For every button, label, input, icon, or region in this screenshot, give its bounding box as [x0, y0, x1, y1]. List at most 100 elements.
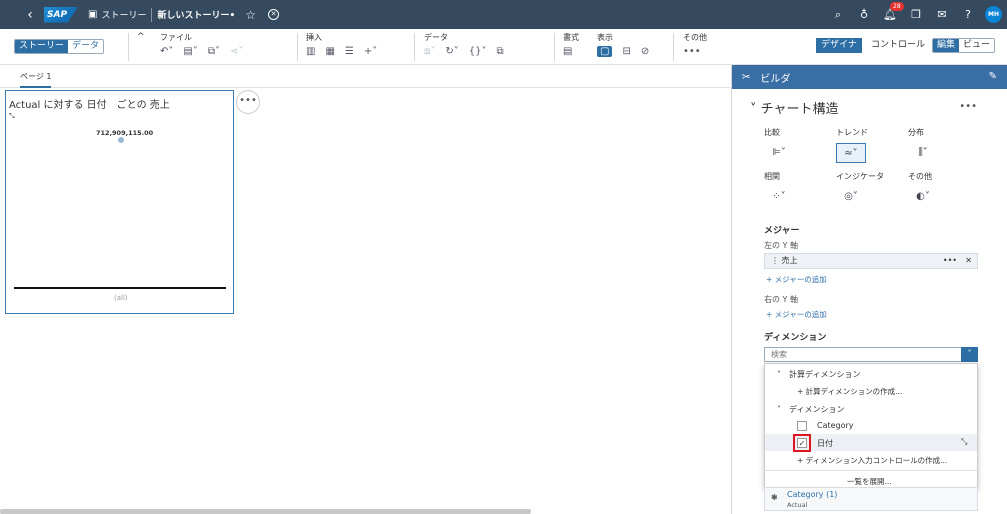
- category-distribution-label: 分布: [908, 128, 924, 137]
- scatter-icon[interactable]: ⁘˅: [764, 187, 794, 207]
- donut-icon[interactable]: ◐˅: [908, 187, 938, 207]
- format-icon[interactable]: ▤: [563, 46, 572, 57]
- star-icon[interactable]: ☆: [245, 8, 256, 22]
- comment-icon[interactable]: ▢: [597, 46, 613, 57]
- story-title: 新しいストーリー•: [157, 11, 236, 21]
- add-measure-link[interactable]: + メジャーの追加: [766, 274, 827, 285]
- data-point[interactable]: [118, 137, 124, 143]
- refresh-icon[interactable]: ↻˅: [445, 46, 458, 57]
- linked-analysis-icon[interactable]: ⧉: [497, 46, 504, 57]
- chart-structure-title[interactable]: ˅ チャート構造: [750, 98, 839, 117]
- mode-story-button[interactable]: ストーリー: [15, 40, 69, 53]
- collapse-toolbar-icon[interactable]: ^: [137, 32, 145, 42]
- back-icon[interactable]: ‹: [20, 7, 40, 23]
- avatar[interactable]: MH: [985, 6, 1002, 23]
- input-control-icon[interactable]: ☰: [345, 46, 354, 57]
- category-option[interactable]: Category: [817, 421, 854, 430]
- category-comparison-label: 比較: [764, 128, 780, 137]
- close-circle-icon[interactable]: ✕: [268, 9, 279, 20]
- more-icon[interactable]: •••: [959, 101, 977, 112]
- mode-data-button[interactable]: データ: [68, 40, 104, 53]
- control-button[interactable]: コントロール: [871, 38, 925, 53]
- builder-panel: ✂ ビルダ ✎ ˅ チャート構造 ••• 比較 トレンド 分布 ⊫˅ ≈˅ ⫼˅…: [731, 65, 1007, 514]
- formula-icon[interactable]: {}˅: [469, 46, 487, 57]
- dimension-group[interactable]: ˅ ディメンション: [777, 404, 844, 415]
- help-icon[interactable]: ?: [955, 8, 981, 21]
- toolbar-group-insert: 挿入 ▥ ▦ ☰ +˅: [306, 32, 377, 57]
- builder-panel-header: ✂ ビルダ ✎: [732, 65, 1007, 89]
- undo-icon[interactable]: ↶˅: [160, 46, 173, 57]
- bar-chart-icon[interactable]: ⊫˅: [764, 143, 794, 163]
- feedback-icon[interactable]: ✉: [929, 8, 955, 21]
- drag-handle-icon[interactable]: ⋮: [771, 256, 782, 265]
- measure-item[interactable]: ⋮ 売上 ••• ✕: [764, 253, 978, 269]
- filter-sub: Actual: [787, 501, 808, 509]
- filter-card[interactable]: ❃ Category (1) Actual: [764, 487, 978, 511]
- add-measure-right-link[interactable]: + メジャーの追加: [766, 309, 827, 320]
- edit-button[interactable]: 編集: [933, 39, 960, 52]
- discussion-icon[interactable]: ❐: [903, 8, 929, 21]
- dimensions-header: ディメンション: [764, 333, 827, 343]
- search-icon[interactable]: ⌕: [825, 8, 851, 22]
- target-icon[interactable]: ◎˅: [836, 187, 866, 207]
- share-icon[interactable]: ⋖˅: [230, 46, 243, 57]
- notification-bell-icon[interactable]: 🔔︎ 28: [877, 2, 904, 21]
- filter-title: Category (1): [787, 490, 838, 499]
- chart-more-button[interactable]: •••: [236, 90, 260, 114]
- shell-bar: ‹ SAP ▣ ストーリー 新しいストーリー• ☆ ✕ ⌕ ♁ 🔔︎ 28 ❐ ✉…: [0, 0, 1007, 29]
- compass-icon[interactable]: ⊘: [641, 46, 649, 57]
- dimension-dropdown: ˅ 計算ディメンション + 計算ディメンションの作成... ˅ ディメンション …: [764, 363, 978, 489]
- tab-page-1[interactable]: ページ 1: [20, 71, 52, 88]
- chevron-down-icon[interactable]: ˅: [961, 347, 978, 362]
- more-icon[interactable]: •••: [943, 254, 957, 268]
- tools-icon: ✂: [742, 71, 751, 83]
- horizontal-scrollbar[interactable]: [0, 509, 531, 514]
- data-source-icon[interactable]: ⧈˅: [424, 46, 435, 57]
- dimension-search-input[interactable]: 検索 ˅: [764, 347, 978, 362]
- edit-view-switch: 編集 ビュー: [932, 38, 996, 53]
- category-checkbox[interactable]: [797, 421, 807, 431]
- story-icon: ▣: [88, 9, 98, 20]
- expand-list-link[interactable]: 一覧を展開...: [847, 476, 892, 487]
- chart-widget[interactable]: Actual に対する 日付 ごとの 売上 ⤡ 712,909,115.00 (…: [5, 90, 234, 314]
- hierarchy-icon[interactable]: ⤡: [961, 437, 967, 447]
- calc-dimension-group[interactable]: ˅ 計算ディメンション: [777, 369, 860, 380]
- panel-icon[interactable]: ⊟: [622, 46, 630, 57]
- date-option[interactable]: 日付: [817, 438, 833, 449]
- sap-logo: SAP: [44, 6, 78, 23]
- table-insert-icon[interactable]: ▦: [325, 46, 334, 57]
- save-icon[interactable]: ▤˅: [183, 46, 197, 57]
- calc-dimension-group-label: 計算ディメンション: [789, 370, 861, 379]
- drill-icon[interactable]: ⤡: [9, 112, 15, 121]
- toolbar-group-data: データ ⧈˅ ↻˅ {}˅ ⧉: [424, 32, 504, 57]
- chart-title: Actual に対する 日付 ごとの 売上: [9, 100, 170, 111]
- x-axis-line: [14, 287, 226, 289]
- boxplot-icon[interactable]: ⫼˅: [908, 143, 938, 163]
- dimension-group-label: ディメンション: [789, 405, 845, 414]
- remove-icon[interactable]: ✕: [965, 254, 972, 268]
- measures-header: メジャー: [764, 226, 800, 236]
- lightbulb-icon[interactable]: ♁: [851, 8, 877, 21]
- search-placeholder: 検索: [771, 350, 787, 359]
- chart-structure-label: チャート構造: [760, 102, 839, 117]
- toolbar-group-label: 表示: [597, 33, 613, 42]
- highlight-box: [793, 434, 811, 452]
- story-canvas[interactable]: Actual に対する 日付 ごとの 売上 ⤡ 712,909,115.00 (…: [0, 88, 731, 514]
- category-indicator-label: インジケータ: [836, 172, 884, 181]
- create-input-control-link[interactable]: + ディメンション入力コントロールの作成...: [797, 455, 947, 466]
- right-y-axis-label: 右の Y 軸: [764, 295, 798, 304]
- chart-insert-icon[interactable]: ▥: [306, 46, 315, 57]
- toolbar-group-file: ファイル ↶˅ ▤˅ ⧉˅ ⋖˅: [160, 32, 243, 57]
- add-icon[interactable]: +˅: [364, 46, 377, 57]
- trend-chart-icon[interactable]: ≈˅: [836, 143, 866, 163]
- breadcrumb-stories[interactable]: ストーリー: [101, 8, 146, 21]
- copy-icon[interactable]: ⧉˅: [208, 46, 220, 57]
- designer-button[interactable]: デザイナ: [816, 38, 862, 53]
- toolbar: ストーリー データ ^ ファイル ↶˅ ▤˅ ⧉˅ ⋖˅ 挿入 ▥ ▦ ☰ +˅…: [0, 29, 1007, 65]
- page-tabs: ページ 1: [0, 65, 731, 88]
- more-icon[interactable]: •••: [683, 46, 701, 57]
- view-button[interactable]: ビュー: [959, 39, 995, 52]
- styling-icon[interactable]: ✎: [989, 71, 997, 82]
- toolbar-group-display: 表示 ▢ ⊟ ⊘: [597, 32, 649, 57]
- create-calc-dimension-link[interactable]: + 計算ディメンションの作成...: [797, 386, 902, 397]
